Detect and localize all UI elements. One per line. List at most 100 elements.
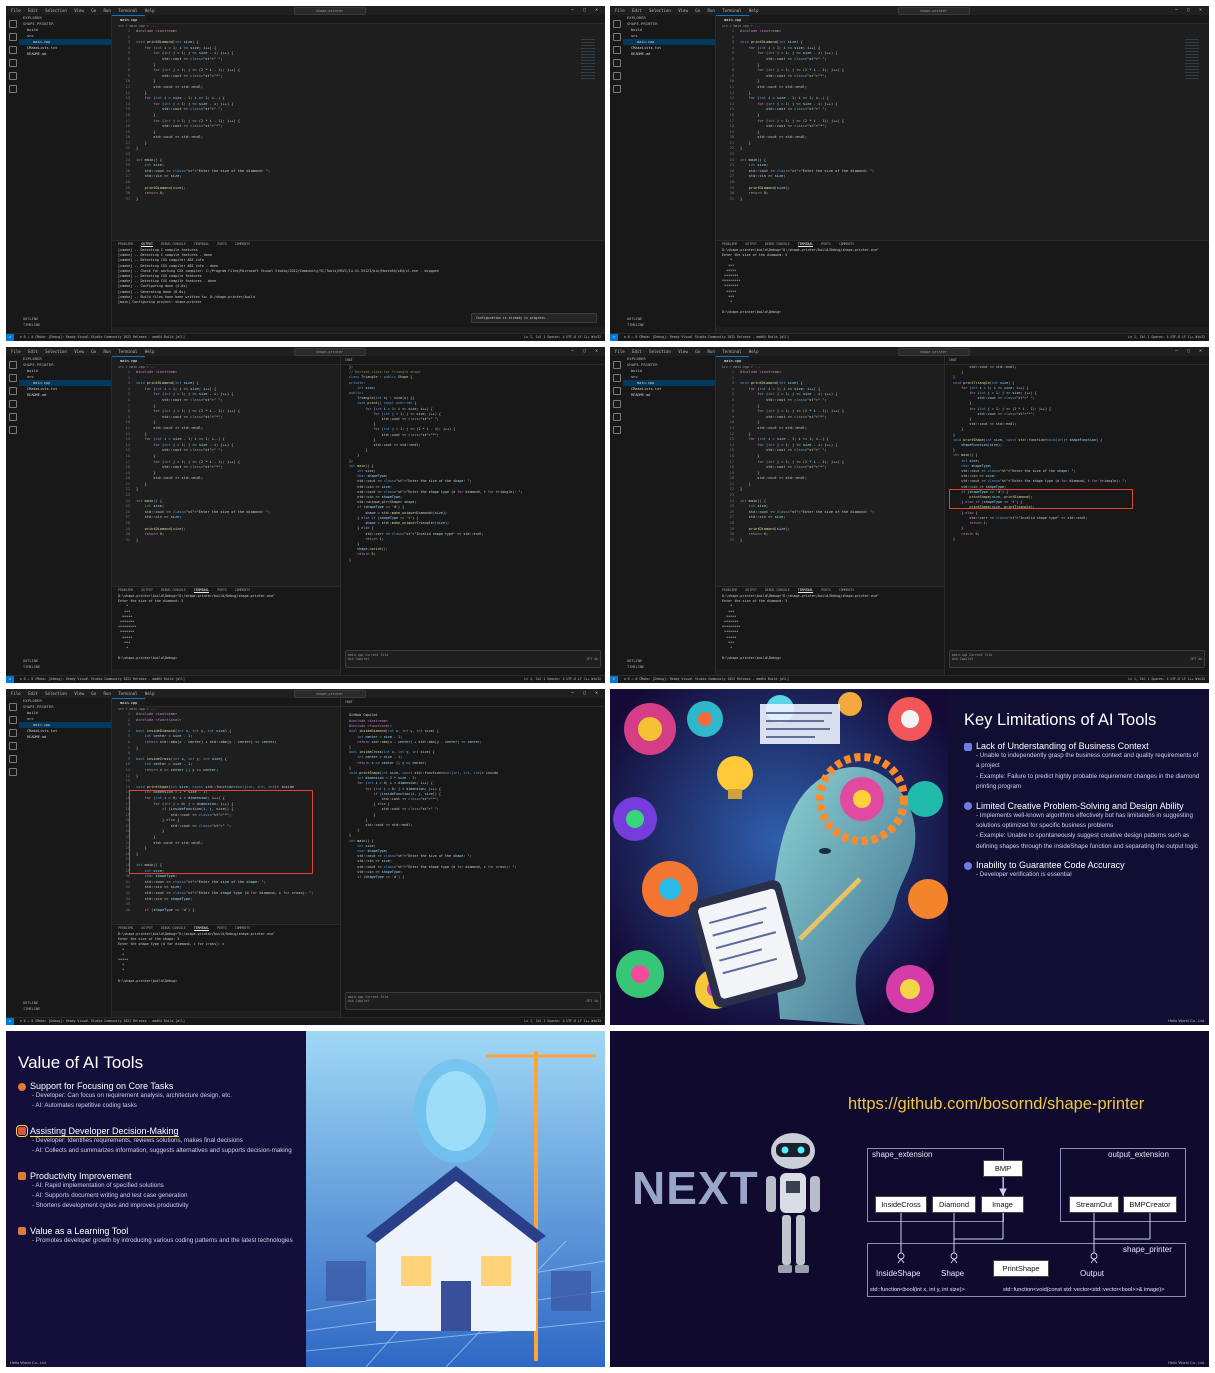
remote-indicator[interactable]: ⇌	[610, 676, 618, 683]
menu-file[interactable]: File	[11, 6, 21, 15]
panel-tab-output[interactable]: OUTPUT	[745, 588, 757, 592]
panel-tab-comments[interactable]: COMMENTS	[235, 242, 250, 246]
menu-selection[interactable]: Selection	[45, 347, 67, 356]
panel-tab-terminal[interactable]: TERMINAL	[194, 242, 209, 246]
menu-view[interactable]: View	[74, 689, 84, 698]
menu-edit[interactable]: Edit	[632, 6, 642, 15]
menu-run[interactable]: Run	[708, 6, 715, 15]
menu-terminal[interactable]: Terminal	[722, 347, 741, 356]
command-center[interactable]: shape-printer	[897, 348, 970, 356]
search-icon[interactable]	[8, 33, 17, 41]
panel-tab-problems[interactable]: PROBLEMS	[118, 588, 133, 592]
menu-terminal[interactable]: Terminal	[118, 689, 137, 698]
status-right[interactable]: Ln 1, Col 1 Spaces: 4 UTF-8 LF C++ Win32	[524, 1018, 601, 1025]
status-left[interactable]: ⊗ 0 ⚠ 0 CMake: [Debug]: Ready Visual Stu…	[624, 335, 789, 339]
outline-timeline[interactable]: OUTLINE TIMELINE	[23, 1000, 40, 1012]
panel-tab-ports[interactable]: PORTS	[217, 588, 227, 592]
menu-go[interactable]: Go	[695, 347, 700, 356]
code-line[interactable]: 31}	[116, 538, 340, 544]
panel-tab-ports[interactable]: PORTS	[821, 588, 831, 592]
cmake-icon[interactable]	[8, 85, 17, 93]
panel-tab-comments[interactable]: COMMENTS	[839, 588, 854, 592]
status-right[interactable]: Ln 1, Col 1 Spaces: 4 UTF-8 LF C++ Win32	[1128, 676, 1205, 683]
code-editor[interactable]: 1 #include <iostream> 2 3 void printDiamond(…	[112, 370, 340, 543]
panel-tab-output[interactable]: OUTPUT	[141, 926, 153, 930]
panel-tab-terminal[interactable]: TERMINAL	[797, 588, 814, 593]
panel-tabs[interactable]: PROBLEMS OUTPUT DEBUG CONSOLE TERMINAL PORTS…	[112, 587, 340, 594]
cmake-icon[interactable]	[8, 768, 17, 776]
status-right[interactable]: Ln 1, Col 1 Spaces: 4 UTF-8 LF C++ Win32	[524, 334, 601, 341]
panel-tab-problems[interactable]: PROBLEMS	[722, 242, 737, 246]
menu-terminal[interactable]: Terminal	[722, 6, 741, 15]
cmake-icon[interactable]	[612, 85, 621, 93]
code-line[interactable]: 36 if (shapeType == 'd') {	[116, 908, 340, 914]
status-left[interactable]: ⊗ 0 ⚠ 0 CMake: [Debug]: Ready Visual Stu…	[20, 677, 185, 681]
code-line[interactable]: 33 std::cout << class="st">"Enter the sh…	[116, 891, 340, 897]
menu-run[interactable]: Run	[708, 347, 715, 356]
command-center[interactable]: shape-printer	[293, 348, 366, 356]
explorer-icon[interactable]	[612, 20, 621, 28]
panel-tab-output[interactable]: OUTPUT	[141, 588, 153, 592]
panel-tab-ports[interactable]: PORTS	[217, 926, 227, 930]
code-line[interactable]: 31}	[116, 197, 605, 203]
minimap[interactable]	[1185, 39, 1199, 79]
menu-go[interactable]: Go	[91, 689, 96, 698]
terminal-output[interactable]: D:\shape-printer\build\Debug>"D:/shape-p…	[112, 932, 340, 984]
menu-edit[interactable]: Edit	[28, 689, 38, 698]
panel-tab-ports[interactable]: PORTS	[821, 242, 831, 246]
panel-tab-debug-console[interactable]: DEBUG CONSOLE	[161, 588, 186, 592]
panel-tabs[interactable]: PROBLEMS OUTPUT DEBUG CONSOLE TERMINAL PORTS…	[112, 925, 340, 932]
menu-selection[interactable]: Selection	[45, 689, 67, 698]
run-debug-icon[interactable]	[8, 59, 17, 67]
menu-go[interactable]: Go	[695, 6, 700, 15]
menu-edit[interactable]: Edit	[28, 6, 38, 15]
menu-run[interactable]: Run	[104, 347, 111, 356]
panel-tab-terminal[interactable]: TERMINAL	[193, 926, 210, 931]
outline-timeline[interactable]: OUTLINE TIMELINE	[23, 316, 40, 328]
status-left[interactable]: ⊗ 0 ⚠ 0 CMake: [Debug]: Ready Visual Stu…	[624, 677, 789, 681]
tab-main-cpp[interactable]: main.cpp	[112, 15, 146, 24]
window-controls[interactable]: — ▢ ✕	[571, 6, 601, 15]
menu-help[interactable]: Help	[749, 347, 759, 356]
menu-selection[interactable]: Selection	[649, 347, 671, 356]
run-debug-icon[interactable]	[8, 400, 17, 408]
chat-input[interactable]: main.cpp Current file Ask Copilot GPT 4o	[345, 992, 601, 1010]
tree-item-readme[interactable]: README.md	[623, 392, 715, 398]
terminal-output[interactable]: D:\shape-printer\build\Debug>"D:/shape-p…	[716, 248, 1209, 316]
source-control-icon[interactable]	[612, 387, 621, 395]
menu-terminal[interactable]: Terminal	[118, 6, 137, 15]
menu-help[interactable]: Help	[145, 689, 155, 698]
window-controls[interactable]: — ▢ ✕	[571, 689, 601, 698]
explorer-icon[interactable]	[8, 20, 17, 28]
tab-main-cpp[interactable]: main.cpp	[112, 356, 146, 365]
remote-indicator[interactable]: ⇌	[6, 676, 14, 683]
remote-indicator[interactable]: ⇌	[6, 1018, 14, 1025]
menu-file[interactable]: File	[11, 347, 21, 356]
menu-go[interactable]: Go	[91, 347, 96, 356]
search-icon[interactable]	[8, 716, 17, 724]
window-controls[interactable]: — ▢ ✕	[1175, 6, 1205, 15]
window-controls[interactable]: — ▢ ✕	[1175, 347, 1205, 356]
code-line[interactable]: }	[349, 558, 605, 563]
chat-code-block[interactable]: #include <iostream> #include <functional>…	[341, 719, 605, 880]
notification-toast[interactable]: Configuration is already in progress.	[471, 313, 597, 323]
panel-tab-problems[interactable]: PROBLEMS	[118, 926, 133, 930]
explorer-icon[interactable]	[612, 361, 621, 369]
chat-header[interactable]: CHAT	[341, 698, 605, 707]
extensions-icon[interactable]	[612, 72, 621, 80]
extensions-icon[interactable]	[612, 413, 621, 421]
panel-tab-output[interactable]: OUTPUT	[141, 242, 153, 247]
tab-main-cpp[interactable]: main.cpp	[112, 698, 146, 707]
chat-code-block[interactable]: };// Derived class for Triangle shape cla…	[341, 365, 605, 563]
menu-file[interactable]: File	[11, 689, 21, 698]
code-line[interactable]: 31}	[720, 197, 1209, 203]
chat-input[interactable]: main.cpp Current file Ask Copilot GPT 4o	[345, 650, 601, 668]
explorer-icon[interactable]	[8, 703, 17, 711]
menu-file[interactable]: File	[615, 347, 625, 356]
code-editor[interactable]: 1 #include <iostream> 2 3 void printDiamond(…	[716, 29, 1209, 202]
terminal-output[interactable]: D:\shape-printer\build\Debug>"D:/shape-p…	[112, 594, 340, 662]
chat-header[interactable]: CHAT	[341, 356, 605, 365]
terminal-output[interactable]: D:\shape-printer\build\Debug>"D:/shape-p…	[716, 594, 944, 662]
outline-timeline[interactable]: OUTLINE TIMELINE	[627, 658, 644, 670]
search-icon[interactable]	[612, 33, 621, 41]
